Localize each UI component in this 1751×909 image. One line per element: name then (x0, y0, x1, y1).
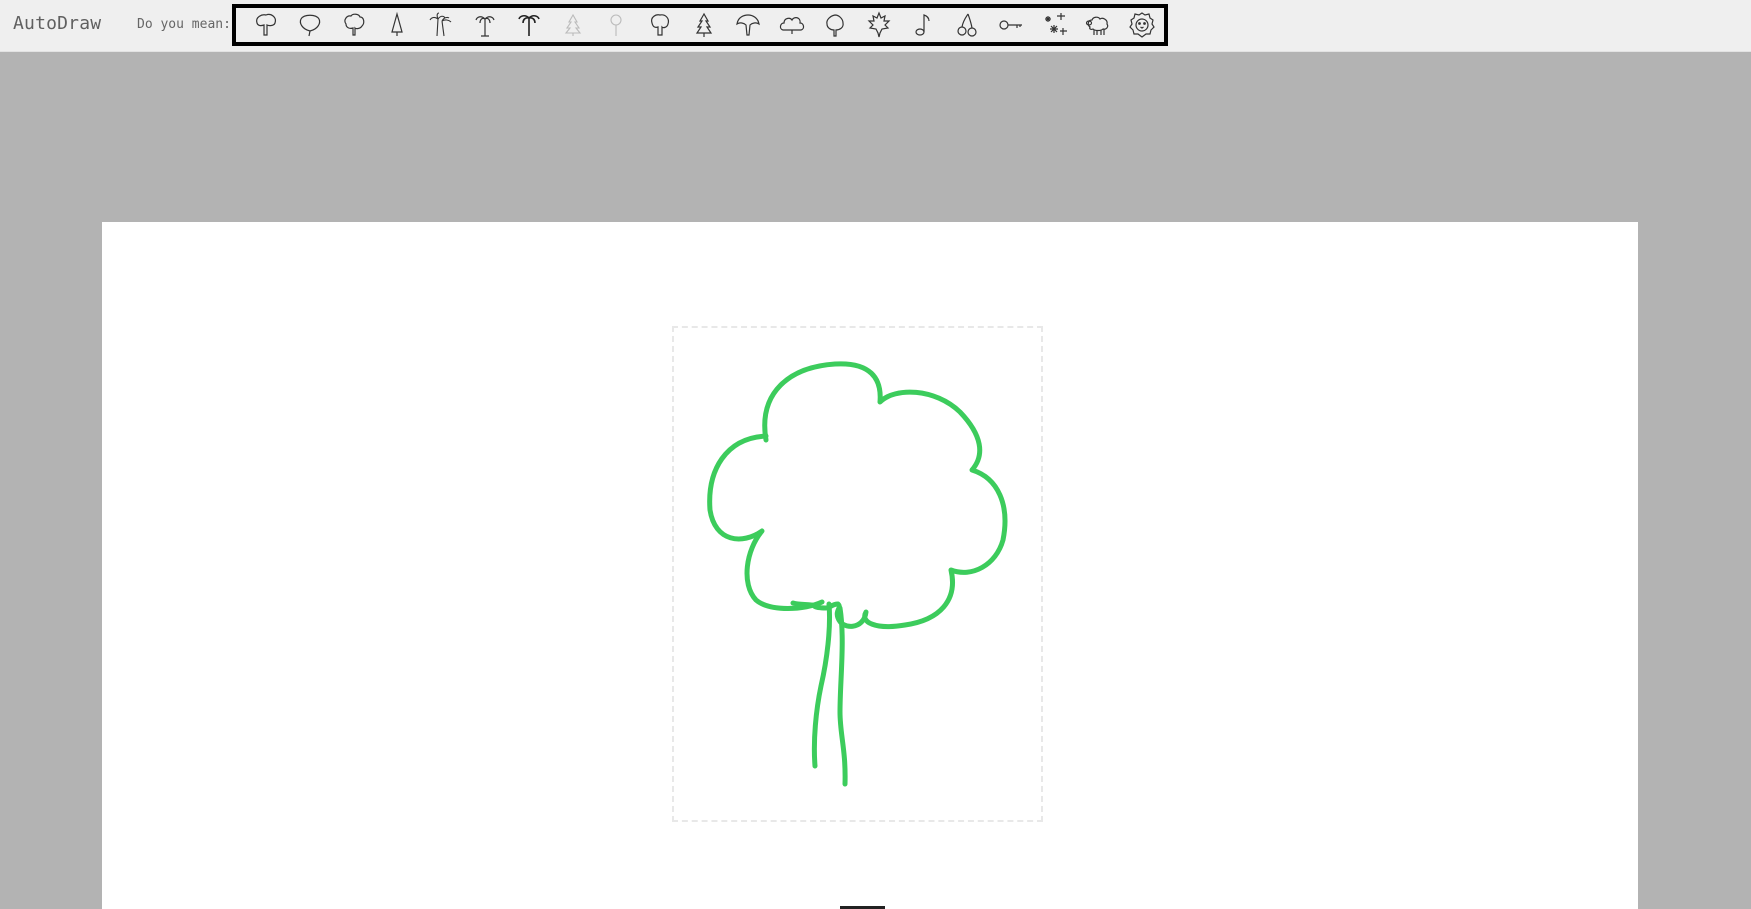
tree-umbrella-icon (736, 14, 760, 36)
app-logo[interactable]: AutoDraw (13, 13, 101, 34)
suggestion-tree-bushy[interactable] (332, 8, 376, 42)
music-note-icon (915, 14, 930, 36)
suggestion-tree-leafy[interactable] (814, 8, 858, 42)
cherries-icon (957, 13, 977, 37)
top-toolbar: AutoDraw Do you mean: (0, 0, 1751, 52)
tree-mushroom-icon (255, 13, 276, 36)
suggestions-strip (232, 4, 1168, 46)
suggestion-cloud[interactable] (770, 8, 814, 42)
suggestion-pine-tree[interactable] (682, 8, 726, 42)
pine-tree-faint-icon (564, 13, 581, 36)
tree-round-icon (651, 14, 670, 36)
suggestion-tree-mushroom[interactable] (244, 8, 288, 42)
snowflakes-icon (1044, 13, 1067, 35)
suggestion-tree-umbrella[interactable] (726, 8, 770, 42)
suggestion-tree-balloon[interactable] (288, 8, 332, 42)
cloud-icon (779, 17, 804, 34)
maple-leaf-icon (867, 11, 891, 38)
key-icon (999, 20, 1022, 30)
suggestion-palm-tree[interactable] (463, 8, 507, 42)
suggestion-lollipop-tree-faint[interactable] (595, 8, 639, 42)
suggestion-tree-round[interactable] (638, 8, 682, 42)
suggestion-palm-trees[interactable] (419, 8, 463, 42)
palm-tree-dark-icon (518, 14, 540, 36)
suggestion-music-note[interactable] (901, 8, 945, 42)
suggestion-palm-tree-dark[interactable] (507, 8, 551, 42)
tree-leafy-icon (826, 14, 845, 37)
pine-tree-icon (695, 12, 713, 37)
suggestion-maple-leaf[interactable] (857, 8, 901, 42)
tree-bushy-icon (343, 13, 364, 36)
palm-tree-icon (475, 16, 495, 37)
suggestion-lion-face[interactable] (1120, 8, 1164, 42)
palm-trees-icon (429, 12, 452, 37)
suggestion-tree-cone[interactable] (375, 8, 419, 42)
tree-balloon-icon (299, 14, 320, 37)
lollipop-tree-faint-icon (610, 14, 622, 36)
drawing-selection-box[interactable] (672, 326, 1043, 822)
suggestion-cherries[interactable] (945, 8, 989, 42)
suggestion-key[interactable] (989, 8, 1033, 42)
suggestion-snowflakes[interactable] (1033, 8, 1077, 42)
tree-cone-icon (391, 11, 404, 36)
sheep-icon (1086, 16, 1109, 35)
lion-face-icon (1129, 12, 1155, 38)
suggestion-prompt-label: Do you mean: (137, 17, 231, 32)
suggestion-sheep[interactable] (1076, 8, 1120, 42)
suggestion-pine-tree-faint[interactable] (551, 8, 595, 42)
